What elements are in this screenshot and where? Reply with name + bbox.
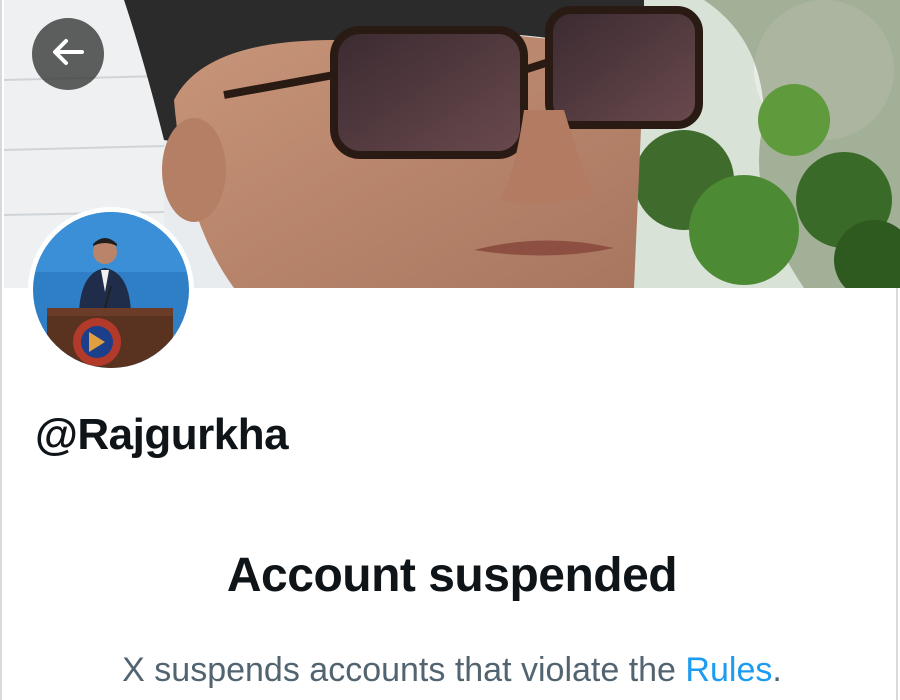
suspension-title: Account suspended xyxy=(226,549,678,602)
suspension-message-end: . xyxy=(772,651,782,689)
suspension-message-text: X suspends accounts that violate the xyxy=(122,651,686,689)
arrow-left-icon xyxy=(48,32,88,77)
profile-avatar[interactable] xyxy=(28,207,194,373)
profile-page: @Rajgurkha Account suspended X suspends … xyxy=(0,0,900,700)
suspension-message: X suspends accounts that violate the Rul… xyxy=(2,651,900,690)
back-button[interactable] xyxy=(32,18,104,90)
avatar-image xyxy=(33,212,189,368)
profile-handle: @Rajgurkha xyxy=(35,410,289,459)
rules-link[interactable]: Rules xyxy=(685,651,772,689)
